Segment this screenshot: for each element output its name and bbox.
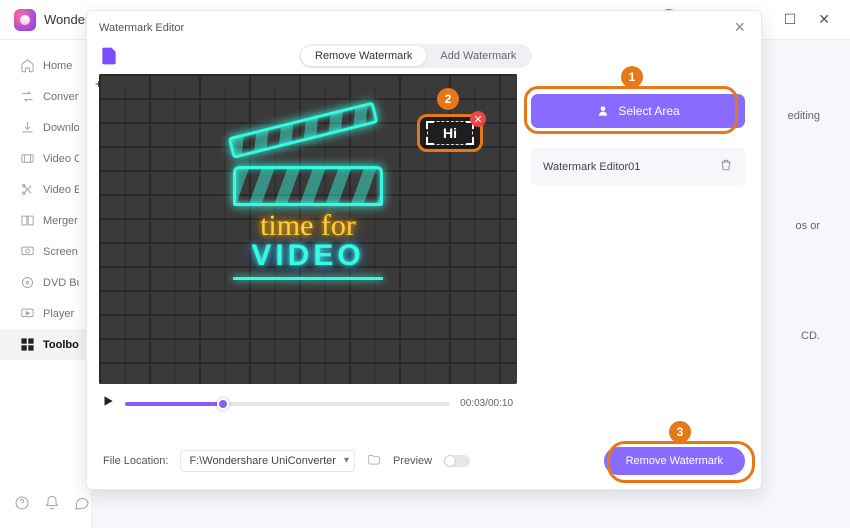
remove-watermark-button[interactable]: Remove Watermark [604, 447, 745, 475]
sidebar-item-merger[interactable]: Merger [0, 205, 91, 236]
sidebar-item-label: Player [43, 308, 74, 320]
seek-slider[interactable] [125, 402, 450, 406]
sidebar-item-home[interactable]: Home [0, 50, 91, 81]
file-location-label: File Location: [103, 455, 168, 467]
sidebar-item-toolbox[interactable]: Toolbox [0, 329, 91, 360]
watermark-editor-modal: Watermark Editor × + Remove Watermark Ad… [86, 10, 762, 490]
playback-time: 00:03/00:10 [460, 398, 513, 409]
sidebar-item-video-editor[interactable]: Video Editor [0, 174, 91, 205]
background-text: os or [796, 220, 820, 232]
seek-thumb-icon[interactable] [217, 398, 229, 410]
callout-badge-1: 1 [621, 66, 643, 88]
selection-handle-icon[interactable] [426, 137, 434, 145]
sidebar-item-label: Video Compressor [43, 153, 79, 165]
sidebar-item-label: Video Editor [43, 184, 79, 196]
sidebar-item-screen-recorder[interactable]: Screen Recorder [0, 236, 91, 267]
modal-title: Watermark Editor [99, 22, 184, 34]
background-text: editing [788, 110, 820, 122]
callout-badge-3: 3 [669, 421, 691, 443]
callout-outline-1 [524, 86, 738, 134]
help-icon[interactable] [14, 495, 30, 516]
selection-handle-icon[interactable] [426, 121, 434, 129]
delete-icon[interactable] [719, 158, 733, 175]
sidebar-footer [0, 485, 91, 528]
delete-selection-icon[interactable]: ✕ [470, 111, 486, 127]
sidebar-item-label: Toolbox [43, 339, 79, 351]
sidebar-item-label: DVD Burner [43, 277, 79, 289]
sidebar-item-label: Merger [43, 215, 78, 227]
sidebar-item-downloader[interactable]: Downloader [0, 112, 91, 143]
modal-footer: File Location: F:\Wondershare UniConvert… [87, 437, 761, 489]
open-folder-icon[interactable] [367, 453, 381, 470]
watermark-list-item[interactable]: Watermark Editor01 [531, 148, 745, 185]
sidebar-item-label: Home [43, 60, 72, 72]
sidebar-item-video-compressor[interactable]: Video Compressor [0, 143, 91, 174]
callout-badge-2: 2 [437, 88, 459, 110]
sidebar-item-converter[interactable]: Converter [0, 81, 91, 112]
app-logo-icon [14, 9, 36, 31]
video-frame-content: time for VIDEO [233, 166, 383, 280]
selection-handle-icon[interactable] [466, 137, 474, 145]
window-close-icon[interactable]: ✕ [812, 9, 836, 30]
sidebar-item-dvd-burner[interactable]: DVD Burner [0, 267, 91, 298]
watermark-item-name: Watermark Editor01 [543, 161, 640, 173]
sidebar-item-player[interactable]: Player [0, 298, 91, 329]
window-maximize-icon[interactable]: ☐ [778, 9, 803, 30]
feedback-icon[interactable] [74, 495, 90, 516]
add-file-icon[interactable]: + [99, 46, 119, 66]
file-location-select[interactable]: F:\Wondershare UniConverter [180, 450, 355, 472]
sidebar: Home Converter Downloader Video Compress… [0, 40, 92, 528]
close-icon[interactable]: × [730, 17, 749, 38]
tab-add-watermark[interactable]: Add Watermark [426, 46, 530, 66]
watermark-mode-toggle: Remove Watermark Add Watermark [299, 44, 532, 68]
watermark-selection-box[interactable]: Hi ✕ [417, 114, 483, 152]
play-icon[interactable] [101, 394, 115, 413]
playback-bar: 00:03/00:10 [99, 384, 515, 417]
tab-remove-watermark[interactable]: Remove Watermark [301, 46, 426, 66]
neon-text-line1: time for [233, 212, 383, 239]
preview-toggle[interactable] [444, 455, 470, 467]
background-text: CD. [801, 330, 820, 342]
preview-label: Preview [393, 455, 432, 467]
notifications-icon[interactable] [44, 495, 60, 516]
neon-text-line2: VIDEO [233, 239, 383, 273]
sidebar-item-label: Screen Recorder [43, 246, 79, 258]
sidebar-item-label: Downloader [43, 122, 79, 134]
sidebar-item-label: Converter [43, 91, 79, 103]
video-preview[interactable]: time for VIDEO 2 Hi ✕ [99, 74, 517, 384]
